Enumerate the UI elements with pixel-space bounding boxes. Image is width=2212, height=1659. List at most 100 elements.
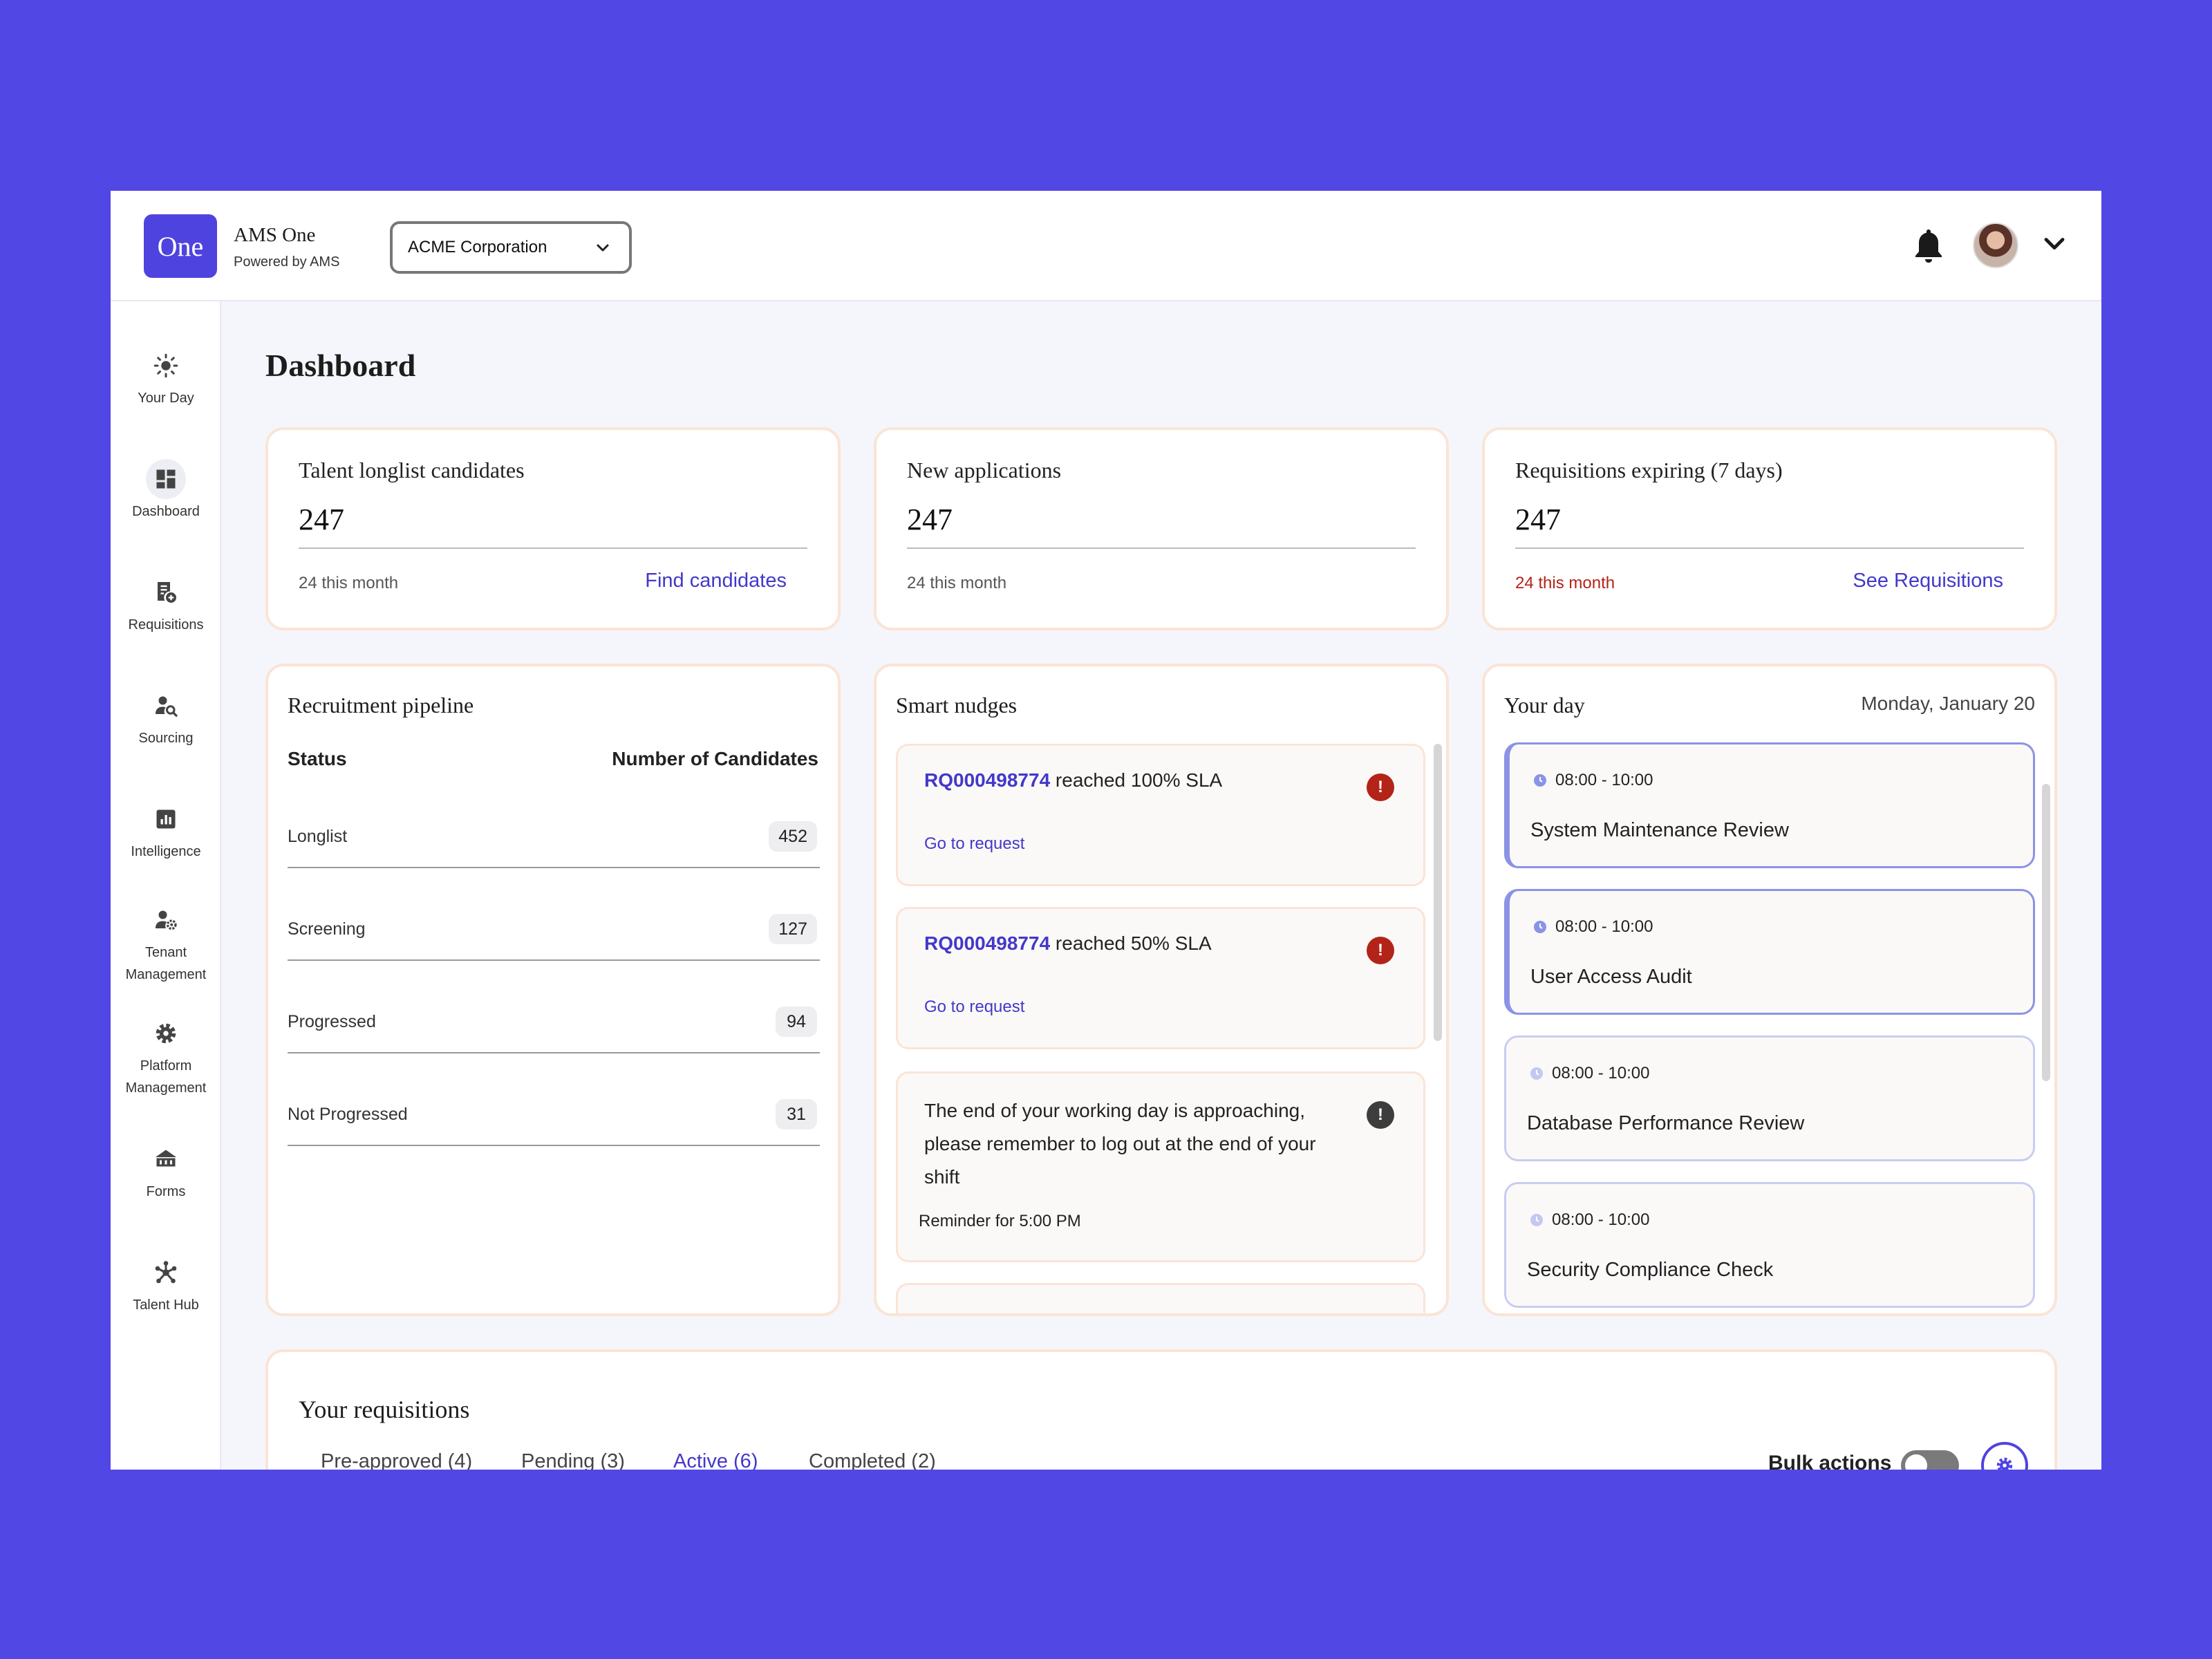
event-time: 08:00 - 10:00 bbox=[1530, 1064, 1649, 1083]
stat-value: 247 bbox=[907, 503, 953, 536]
sidebar-item-intelligence[interactable]: Intelligence bbox=[111, 799, 221, 863]
organization-select[interactable]: ACME Corporation bbox=[390, 221, 632, 274]
pipeline-row[interactable]: Not Progressed 31 bbox=[288, 1078, 820, 1171]
calendar-event[interactable]: 08:00 - 10:00 System Maintenance Review bbox=[1504, 742, 2035, 868]
event-time: 08:00 - 10:00 bbox=[1533, 771, 1653, 790]
event-title: User Access Audit bbox=[1530, 966, 1692, 988]
divider bbox=[288, 1145, 820, 1146]
stat-value: 247 bbox=[299, 503, 344, 536]
section-title: Your requisitions bbox=[299, 1396, 470, 1423]
gear-icon bbox=[146, 1013, 186, 1053]
gear-icon bbox=[1996, 1457, 2013, 1470]
clock-icon bbox=[1534, 921, 1546, 933]
user-avatar[interactable] bbox=[1973, 223, 2018, 268]
tab-active[interactable]: Active (6) bbox=[673, 1450, 758, 1470]
page-title: Dashboard bbox=[265, 348, 416, 383]
app-window: One AMS One Powered by AMS ACME Corporat… bbox=[111, 191, 2101, 1470]
top-header: One AMS One Powered by AMS ACME Corporat… bbox=[111, 191, 2101, 301]
sidebar-item-label: Talent Hub bbox=[133, 1297, 199, 1313]
see-requisitions-link[interactable]: See Requisitions bbox=[1853, 570, 2003, 592]
tab-pending[interactable]: Pending (3) bbox=[521, 1450, 625, 1470]
sidebar-item-tenant-management[interactable]: Tenant Management bbox=[111, 900, 221, 986]
pipeline-row[interactable]: Longlist 452 bbox=[288, 800, 820, 893]
nudge-message: reached 100% SLA bbox=[1050, 769, 1223, 791]
scrollbar[interactable] bbox=[2042, 784, 2050, 1081]
recruitment-pipeline-card: Recruitment pipeline Status Number of Ca… bbox=[265, 664, 841, 1316]
nudge-text: RQ000498774 reached 100% SLA bbox=[924, 769, 1222, 791]
divider bbox=[1515, 547, 2024, 549]
count-badge: 94 bbox=[776, 1006, 817, 1037]
pipeline-row[interactable]: Screening 127 bbox=[288, 893, 820, 986]
tab-pre-approved[interactable]: Pre-approved (4) bbox=[321, 1450, 472, 1470]
sidebar-item-label: Your Day bbox=[138, 391, 194, 406]
nudge-item: RQ000498774 reached 100% SLA Go to reque… bbox=[896, 744, 1425, 886]
nudge-item: RQ000498774 reached 50% SLA Go to reques… bbox=[896, 907, 1425, 1049]
stat-title: Requisitions expiring (7 days) bbox=[1515, 458, 1783, 482]
app-subtitle: Powered by AMS bbox=[234, 254, 340, 270]
chart-icon bbox=[146, 799, 186, 839]
sidebar-item-talent-hub[interactable]: Talent Hub bbox=[111, 1253, 221, 1316]
network-icon bbox=[146, 1253, 186, 1293]
sidebar-item-forms[interactable]: Forms bbox=[111, 1139, 221, 1203]
pipeline-status: Progressed bbox=[288, 1012, 376, 1031]
requisition-icon bbox=[146, 572, 186, 612]
count-badge: 452 bbox=[769, 821, 817, 852]
sidebar-item-label: Tenant Management bbox=[125, 945, 207, 982]
divider bbox=[288, 959, 820, 961]
sidebar-item-sourcing[interactable]: Sourcing bbox=[111, 686, 221, 749]
current-date: Monday, January 20 bbox=[1861, 693, 2035, 714]
person-gear-icon bbox=[146, 900, 186, 940]
calendar-event[interactable]: 08:00 - 10:00 User Access Audit bbox=[1504, 889, 2035, 1015]
organization-select-value: ACME Corporation bbox=[408, 238, 547, 256]
requisition-id-link[interactable]: RQ000498774 bbox=[924, 769, 1050, 791]
stat-card-new-applications: New applications 247 24 this month bbox=[874, 427, 1449, 630]
pipeline-status: Longlist bbox=[288, 827, 348, 846]
bell-icon[interactable] bbox=[1912, 227, 1945, 265]
count-badge: 31 bbox=[776, 1099, 817, 1130]
clock-icon bbox=[1530, 1214, 1543, 1226]
reminder-time: Reminder for 5:00 PM bbox=[919, 1212, 1081, 1230]
divider bbox=[288, 867, 820, 868]
calendar-event[interactable]: 08:00 - 10:00 Security Compliance Check bbox=[1504, 1182, 2035, 1308]
count-badge: 127 bbox=[769, 914, 817, 944]
event-time: 08:00 - 10:00 bbox=[1530, 1210, 1649, 1230]
go-to-request-link[interactable]: Go to request bbox=[924, 997, 1024, 1017]
requisition-id-link[interactable]: RQ000498774 bbox=[924, 932, 1050, 954]
pipeline-status: Screening bbox=[288, 919, 366, 939]
sidebar-item-requisitions[interactable]: Requisitions bbox=[111, 572, 221, 636]
sidebar-item-label: Dashboard bbox=[132, 504, 200, 519]
sidebar-item-label: Forms bbox=[146, 1184, 186, 1199]
sidebar-item-platform-management[interactable]: Platform Management bbox=[111, 1013, 221, 1099]
event-time-text: 08:00 - 10:00 bbox=[1552, 1210, 1650, 1229]
reminder-item: The end of your working day is approachi… bbox=[896, 1071, 1425, 1262]
stat-subtext: 24 this month bbox=[907, 574, 1007, 592]
stat-card-requisitions-expiring: Requisitions expiring (7 days) 247 24 th… bbox=[1482, 427, 2057, 630]
pipeline-status: Not Progressed bbox=[288, 1105, 408, 1124]
calendar-event[interactable]: 08:00 - 10:00 Database Performance Revie… bbox=[1504, 1035, 2035, 1161]
alert-icon: ! bbox=[1367, 774, 1394, 801]
sidebar-item-your-day[interactable]: Your Day bbox=[111, 346, 221, 409]
pipeline-row[interactable]: Progressed 94 bbox=[288, 986, 820, 1078]
section-title: Recruitment pipeline bbox=[288, 693, 474, 718]
app-logo[interactable]: One bbox=[144, 214, 217, 278]
stat-title: New applications bbox=[907, 458, 1062, 482]
column-header-count: Number of Candidates bbox=[612, 748, 818, 769]
sidebar-item-dashboard[interactable]: Dashboard bbox=[111, 459, 221, 523]
nudge-item-partial bbox=[896, 1283, 1425, 1313]
person-search-icon bbox=[146, 686, 186, 726]
stat-card-longlist: Talent longlist candidates 247 24 this m… bbox=[265, 427, 841, 630]
scrollbar[interactable] bbox=[1434, 744, 1442, 1041]
bulk-actions-toggle[interactable] bbox=[1901, 1450, 1959, 1470]
alert-icon: ! bbox=[1367, 937, 1394, 964]
sidebar: Your Day Dashboard Requisitions Sourcing… bbox=[111, 301, 221, 1470]
sun-icon bbox=[146, 346, 186, 386]
sidebar-item-label: Requisitions bbox=[128, 617, 204, 632]
stat-subtext: 24 this month bbox=[299, 574, 399, 592]
tab-completed[interactable]: Completed (2) bbox=[809, 1450, 936, 1470]
section-title: Your day bbox=[1504, 693, 1585, 718]
find-candidates-link[interactable]: Find candidates bbox=[645, 570, 787, 592]
chevron-down-icon[interactable] bbox=[2042, 235, 2067, 254]
go-to-request-link[interactable]: Go to request bbox=[924, 834, 1024, 854]
divider bbox=[907, 547, 1416, 549]
event-time-text: 08:00 - 10:00 bbox=[1555, 917, 1653, 936]
